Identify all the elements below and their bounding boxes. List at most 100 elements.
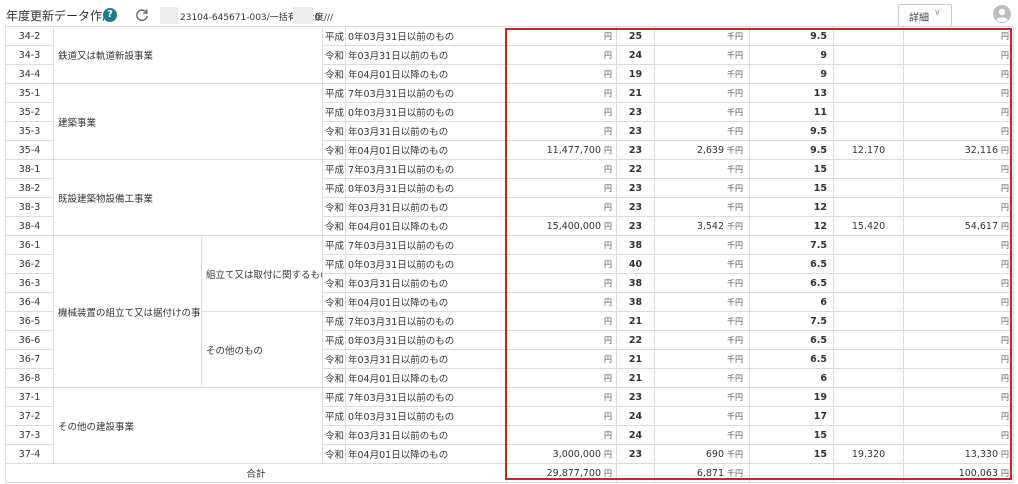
summary-total-cell: 100,063 円	[903, 463, 1015, 483]
era-name: 令和	[322, 368, 347, 388]
refresh-icon[interactable]	[134, 7, 150, 23]
premium-cell: 千円	[654, 368, 751, 388]
ratio-value: 9.5	[749, 121, 835, 141]
period-label: 7年03月31日以前のもの	[345, 387, 508, 407]
wage-amount-cell[interactable]: 円	[506, 83, 618, 103]
factor-value	[833, 178, 905, 198]
thousand-yen-unit: 千円	[727, 126, 744, 136]
yen-unit: 円	[604, 31, 613, 41]
wage-amount-cell[interactable]: 円	[506, 311, 618, 331]
wage-amount-cell[interactable]: 円	[506, 197, 618, 217]
wage-amount-cell[interactable]: 円	[506, 273, 618, 293]
wage-amount-cell[interactable]: 円	[506, 235, 618, 255]
premium-cell: 千円	[654, 102, 751, 122]
wage-amount-cell[interactable]: 15,400,000 円	[506, 216, 618, 236]
era-name: 令和	[322, 121, 347, 141]
yen-unit: 円	[604, 69, 613, 79]
total-cell: 円	[903, 83, 1015, 103]
rate-value: 21	[616, 311, 656, 331]
wage-amount-cell[interactable]: 円	[506, 330, 618, 350]
wage-amount-cell[interactable]: 円	[506, 159, 618, 179]
era-name: 令和	[322, 444, 347, 464]
summary-label: 合計	[4, 463, 508, 483]
yen-unit: 円	[1001, 449, 1010, 459]
ratio-value: 9.5	[749, 26, 835, 46]
summary-row: 合計 29,877,700 円 6,871 千円 100,063 円	[4, 463, 1015, 483]
wage-amount-cell[interactable]: 円	[506, 387, 618, 407]
yen-unit: 円	[604, 50, 613, 60]
row-code: 35-1	[5, 83, 54, 103]
rate-value: 38	[616, 273, 656, 293]
yen-unit: 円	[604, 259, 613, 269]
row-code: 35-2	[5, 102, 54, 122]
wage-amount-cell[interactable]: 円	[506, 292, 618, 312]
premium-cell: 2,639 千円	[654, 140, 751, 160]
premium-cell: 千円	[654, 121, 751, 141]
wage-amount-cell[interactable]: 円	[506, 368, 618, 388]
total-cell: 54,617 円	[903, 216, 1015, 236]
chevron-down-icon: ∨	[934, 8, 941, 18]
wage-amount-cell[interactable]: 円	[506, 64, 618, 84]
total-cell: 32,116 円	[903, 140, 1015, 160]
wage-amount-cell[interactable]: 円	[506, 406, 618, 426]
period-label: 0年03月31日以前のもの	[345, 26, 508, 46]
wage-amount-cell[interactable]: 円	[506, 102, 618, 122]
yen-unit: 円	[604, 373, 613, 383]
total-cell: 円	[903, 330, 1015, 350]
total-cell: 円	[903, 64, 1015, 84]
yen-unit: 円	[1001, 430, 1010, 440]
period-label: 年03月31日以前のもの	[345, 121, 508, 141]
wage-amount-cell[interactable]: 円	[506, 26, 618, 46]
yen-unit: 円	[604, 278, 613, 288]
category-name: 建築事業	[52, 83, 324, 160]
wage-amount-cell[interactable]: 3,000,000 円	[506, 444, 618, 464]
wage-amount-cell[interactable]: 円	[506, 254, 618, 274]
factor-value	[833, 83, 905, 103]
wage-amount-cell[interactable]: 円	[506, 121, 618, 141]
factor-value	[833, 254, 905, 274]
thousand-yen-unit: 千円	[727, 335, 744, 345]
wage-amount-cell[interactable]: 11,477,700 円	[506, 140, 618, 160]
ratio-value: 15	[749, 444, 835, 464]
help-icon[interactable]: ?	[103, 8, 117, 22]
rate-value: 21	[616, 83, 656, 103]
premium-cell: 千円	[654, 26, 751, 46]
row-code: 36-5	[5, 311, 54, 331]
yen-unit: 円	[604, 107, 613, 117]
period-label: 年03月31日以前のもの	[345, 45, 508, 65]
yen-unit: 円	[1001, 259, 1010, 269]
wage-amount-cell[interactable]: 円	[506, 45, 618, 65]
period-label: 年04月01日以降のもの	[345, 368, 508, 388]
period-label: 年04月01日以降のもの	[345, 64, 508, 84]
factor-value	[833, 64, 905, 84]
premium-cell: 千円	[654, 254, 751, 274]
total-cell: 円	[903, 178, 1015, 198]
row-code: 37-4	[5, 444, 54, 464]
yen-unit: 円	[1001, 145, 1010, 155]
ratio-value: 6.5	[749, 349, 835, 369]
summary-premium-cell: 6,871 千円	[654, 463, 751, 483]
period-label: 7年03月31日以前のもの	[345, 159, 508, 179]
total-cell: 円	[903, 406, 1015, 426]
wage-amount-cell[interactable]: 円	[506, 178, 618, 198]
yen-unit: 円	[1001, 164, 1010, 174]
premium-cell: 千円	[654, 311, 751, 331]
era-name: 平成	[322, 311, 347, 331]
row-code: 38-1	[5, 159, 54, 179]
total-cell: 円	[903, 254, 1015, 274]
thousand-yen-unit: 千円	[727, 468, 744, 478]
wage-amount-cell[interactable]: 円	[506, 425, 618, 445]
era-name: 令和	[322, 216, 347, 236]
era-name: 平成	[322, 235, 347, 255]
premium-cell: 690 千円	[654, 444, 751, 464]
wage-amount: 15,400,000	[546, 220, 602, 232]
yen-unit: 円	[604, 145, 613, 155]
user-avatar-icon[interactable]	[993, 5, 1011, 23]
wage-amount-cell[interactable]: 円	[506, 349, 618, 369]
total-cell: 円	[903, 311, 1015, 331]
row-code: 36-7	[5, 349, 54, 369]
detail-dropdown-button[interactable]: 詳細 ∨	[898, 4, 952, 27]
ratio-value: 6.5	[749, 273, 835, 293]
ratio-value: 6	[749, 292, 835, 312]
row-code: 35-4	[5, 140, 54, 160]
